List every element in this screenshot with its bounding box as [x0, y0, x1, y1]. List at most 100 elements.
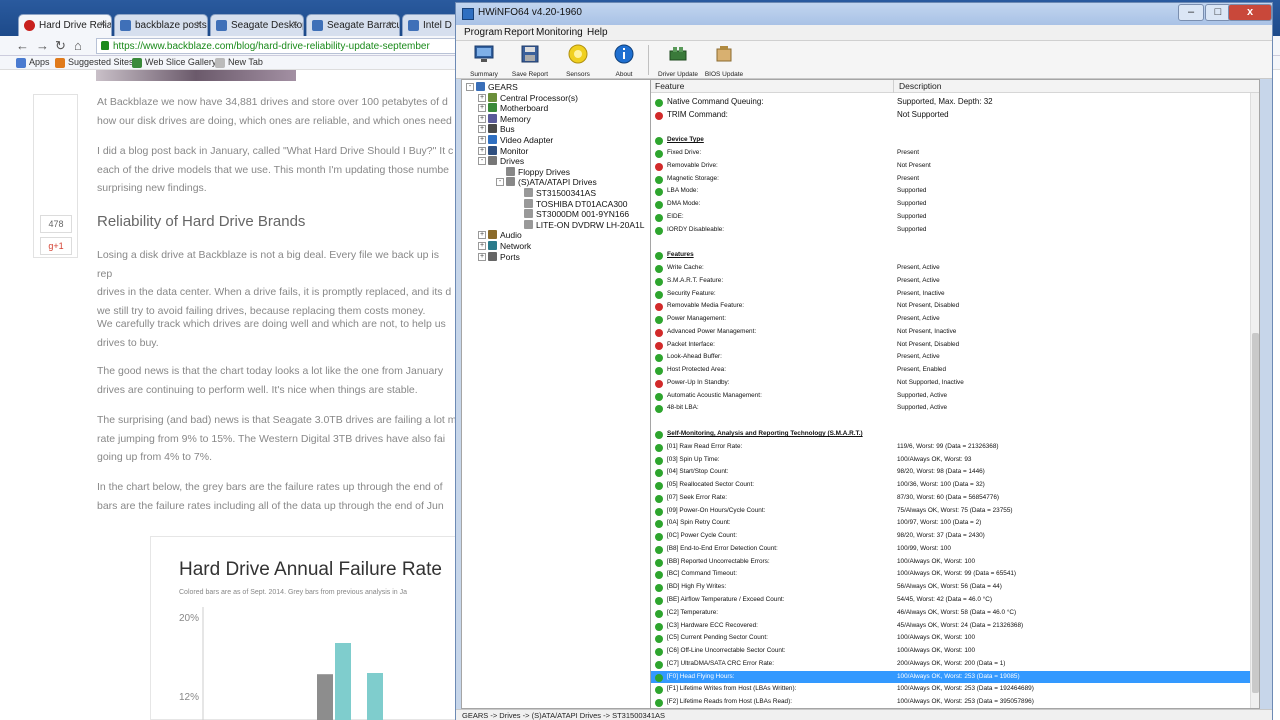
feature-row[interactable]: [BD] High Fly Writes: 56/Always OK, Worst…	[651, 581, 1259, 594]
feature-row[interactable]: [03] Spin Up Time: 100/Always OK, Worst: …	[651, 454, 1259, 467]
tab-close-icon[interactable]: ×	[100, 19, 106, 30]
minimize-button[interactable]: –	[1178, 4, 1204, 21]
feature-row[interactable]: [BB] Reported Uncorrectable Errors: 100/A…	[651, 556, 1259, 569]
feature-row[interactable]: Advanced Power Management: Not Present, I…	[651, 326, 1259, 339]
title-bar[interactable]: HWiNFO64 v4.20-1960 – □ x	[456, 3, 1272, 25]
tree-node[interactable]: LITE-ON DVDRW LH-20A1L	[524, 219, 644, 231]
feature-row[interactable]: [BC] Command Timeout: 100/Always OK, Wors…	[651, 568, 1259, 581]
feature-row[interactable]: DMA Mode: Supported	[651, 198, 1259, 211]
collapse-icon[interactable]: -	[466, 83, 474, 91]
feature-row[interactable]: Removable Drive: Not Present	[651, 160, 1259, 173]
feature-row[interactable]: Look-Ahead Buffer: Present, Active	[651, 351, 1259, 364]
tab-close-icon[interactable]: ×	[196, 19, 202, 30]
section-header-row[interactable]: Device Type	[651, 134, 1259, 147]
menu-help[interactable]: Help	[587, 27, 608, 38]
feature-row[interactable]: Security Feature: Present, Inactive	[651, 288, 1259, 301]
feature-row[interactable]: Fixed Drive: Present	[651, 147, 1259, 160]
save-report-button[interactable]: Save Report	[504, 43, 556, 78]
feature-row[interactable]: S.M.A.R.T. Feature: Present, Active	[651, 275, 1259, 288]
home-icon[interactable]: ⌂	[74, 38, 82, 53]
feature-row[interactable]	[651, 415, 1259, 428]
tree-node[interactable]: ST31500341AS	[524, 188, 596, 199]
feature-row[interactable]	[651, 122, 1259, 135]
feature-row[interactable]: [C3] Hardware ECC Recovered: 45/Always OK…	[651, 620, 1259, 633]
google-plus-button[interactable]: g+1	[40, 237, 72, 255]
close-button[interactable]: x	[1228, 4, 1272, 21]
column-feature[interactable]: Feature	[655, 81, 684, 91]
expand-icon[interactable]: +	[478, 242, 486, 250]
menu-monitoring[interactable]: Monitoring	[536, 27, 583, 38]
menu-report[interactable]: Report	[504, 27, 534, 38]
feature-row[interactable]: Packet Interface: Not Present, Disabled	[651, 339, 1259, 352]
tree-node[interactable]: + Video Adapter	[478, 135, 553, 146]
expand-icon[interactable]: +	[478, 125, 486, 134]
url-bar[interactable]: https://www.backblaze.com/blog/hard-driv…	[96, 38, 496, 54]
feature-row[interactable]: [B8] End-to-End Error Detection Count: 10…	[651, 543, 1259, 556]
feature-row[interactable]: [C6] Off-Line Uncorrectable Sector Count…	[651, 645, 1259, 658]
tree-node[interactable]: + Motherboard	[478, 103, 548, 114]
feature-row[interactable]: Native Command Queuing: Supported, Max. D…	[651, 96, 1259, 109]
tree-node[interactable]: ST3000DM 001-9YN166	[524, 209, 629, 220]
collapse-icon[interactable]: -	[478, 157, 486, 166]
feature-row[interactable]: [F2] Lifetime Reads from Host (LBAs Read…	[651, 696, 1259, 708]
feature-row[interactable]: Host Protected Area: Present, Enabled	[651, 364, 1259, 377]
feature-row[interactable]: [C2] Temperature: 46/Always OK, Worst: 58…	[651, 607, 1259, 620]
tree-node[interactable]: - Drives	[478, 156, 524, 167]
expand-icon[interactable]: +	[478, 252, 486, 261]
back-arrow-icon[interactable]: ←	[16, 38, 29, 53]
feature-row[interactable]: EIDE: Supported	[651, 211, 1259, 224]
reload-icon[interactable]: ↻	[55, 38, 66, 54]
feature-row[interactable]: [05] Reallocated Sector Count: 100/36, Wo…	[651, 479, 1259, 492]
forward-arrow-icon[interactable]: →	[36, 38, 49, 53]
bookmark-new-tab[interactable]: New Tab	[215, 57, 263, 68]
feature-row[interactable]: [07] Seek Error Rate: 87/30, Worst: 60 (D…	[651, 492, 1259, 505]
tree-node[interactable]: - (S)ATA/ATAPI Drives	[496, 177, 597, 188]
section-header-row[interactable]: Features	[651, 249, 1259, 262]
tree-node[interactable]: + Monitor	[478, 145, 528, 157]
scrollbar-thumb[interactable]	[1252, 333, 1259, 693]
feature-row[interactable]: Automatic Acoustic Management: Supported,…	[651, 390, 1259, 403]
feature-row[interactable]: [01] Raw Read Error Rate: 119/6, Worst: 9…	[651, 441, 1259, 454]
summary-button[interactable]: Summary	[458, 43, 510, 78]
section-header-row[interactable]: Self-Monitoring, Analysis and Reporting …	[651, 428, 1259, 441]
browser-tab[interactable]: backblaze posts ×	[114, 14, 208, 36]
tab-close-icon[interactable]: ×	[292, 19, 298, 30]
driver-update-button[interactable]: Driver Update	[652, 43, 704, 78]
expand-icon[interactable]: +	[478, 136, 486, 144]
share-count[interactable]: 478	[40, 215, 72, 233]
feature-row[interactable]: 48-bit LBA: Supported, Active	[651, 402, 1259, 415]
column-description[interactable]: Description	[899, 81, 942, 91]
feature-row[interactable]: [0C] Power Cycle Count: 98/20, Worst: 37 …	[651, 530, 1259, 543]
expand-icon[interactable]: +	[478, 104, 486, 113]
browser-tab[interactable]: Seagate Desktop ×	[210, 14, 304, 36]
expand-icon[interactable]: +	[478, 146, 486, 155]
bookmark-apps[interactable]: Apps	[16, 57, 50, 68]
tree-node[interactable]: + Central Processor(s)	[478, 92, 578, 104]
feature-row[interactable]: [F0] Head Flying Hours: 100/Always OK, Wo…	[651, 670, 1259, 684]
feature-row[interactable]: IORDY Disableable: Supported	[651, 224, 1259, 237]
feature-row[interactable]: Power Management: Present, Active	[651, 313, 1259, 326]
feature-row[interactable]: [04] Start/Stop Count: 98/20, Worst: 98 (…	[651, 466, 1259, 479]
vertical-scrollbar[interactable]	[1250, 93, 1259, 708]
feature-row[interactable]: Write Cache: Present, Active	[651, 262, 1259, 275]
feature-row[interactable]: [09] Power-On Hours/Cycle Count: 75/Alway…	[651, 505, 1259, 518]
feature-row[interactable]: [C7] UltraDMA/SATA CRC Error Rate: 200/Al…	[651, 658, 1259, 671]
sensors-button[interactable]: Sensors	[552, 43, 604, 78]
browser-tab[interactable]: Seagate Barracu ×	[306, 14, 400, 36]
tree-node[interactable]: + Memory	[478, 113, 531, 125]
tree-node[interactable]: Floppy Drives	[506, 166, 570, 178]
collapse-icon[interactable]: -	[496, 178, 504, 187]
column-divider[interactable]	[893, 80, 894, 93]
feature-row[interactable]: [C5] Current Pending Sector Count: 100/Al…	[651, 632, 1259, 645]
menu-program[interactable]: Program	[464, 27, 502, 38]
bios-update-button[interactable]: BIOS Update	[698, 43, 750, 78]
expand-icon[interactable]: +	[478, 231, 486, 240]
feature-row[interactable]: [BE] Airflow Temperature / Exceed Count:…	[651, 594, 1259, 607]
browser-tab[interactable]: Hard Drive Reliab ×	[18, 14, 112, 36]
tree-node[interactable]: + Ports	[478, 251, 520, 263]
feature-row[interactable]: Removable Media Feature: Not Present, Dis…	[651, 300, 1259, 313]
tree-node[interactable]: + Bus	[478, 124, 515, 135]
feature-row[interactable]: LBA Mode: Supported	[651, 185, 1259, 198]
bookmark-suggested-sites[interactable]: Suggested Sites	[55, 57, 134, 68]
tree-node[interactable]: - GEARS	[466, 82, 518, 93]
